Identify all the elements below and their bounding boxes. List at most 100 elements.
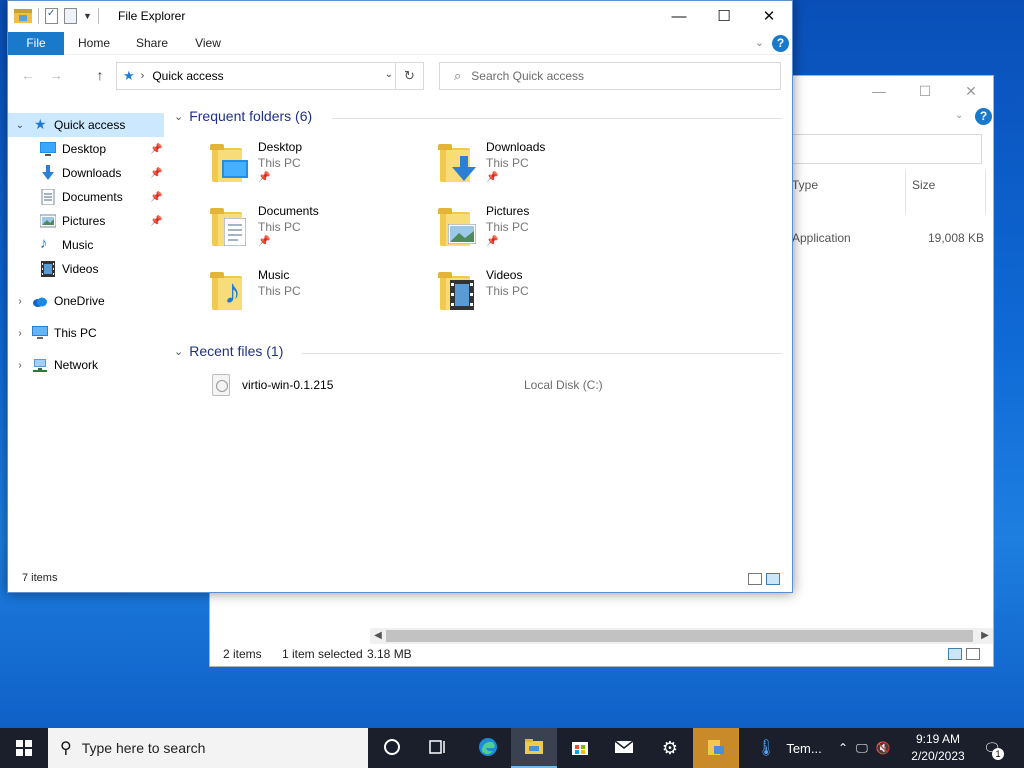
help-icon[interactable]: ? [772,35,789,52]
folder-tile-videos[interactable]: Videos This PC [438,266,658,326]
expand-chevron-icon[interactable]: › [14,296,26,307]
pin-icon[interactable]: 📌 [150,192,162,203]
minimize-button[interactable]: — [656,1,702,32]
sidebar-item-this-pc[interactable]: › This PC [8,321,164,345]
pin-icon[interactable]: 📌 [150,168,162,179]
frequent-folders-title: Frequent folders (6) [189,108,313,124]
quick-access-toolbar: ▼ [14,8,99,24]
network-status-icon[interactable]: 🖵 [856,741,868,756]
task-view-button[interactable] [415,728,461,768]
up-button[interactable]: ↑ [90,67,110,83]
sidebar-item-onedrive[interactable]: › OneDrive [8,289,164,313]
section-collapse-chevron-icon[interactable]: ⌄ [174,345,183,358]
onedrive-cloud-icon [33,297,47,307]
settings-button[interactable]: ⚙ [647,728,693,768]
folder-tile-downloads[interactable]: Downloads This PC 📌 [438,138,658,198]
folder-tile-music[interactable]: ♪ Music This PC [210,266,430,326]
show-hidden-icons-chevron-icon[interactable]: ⌃ [838,741,848,755]
search-icon: ⚲ [60,740,72,757]
background-minimize-button[interactable]: — [856,80,902,102]
pin-icon[interactable]: 📌 [486,172,498,183]
background-search-box[interactable] [770,134,982,164]
tab-home[interactable]: Home [72,32,116,55]
tab-file[interactable]: File [8,32,64,55]
scrollbar-thumb[interactable] [386,630,973,642]
expand-ribbon-chevron-icon[interactable]: ⌄ [755,36,764,49]
action-center-button[interactable]: 🗨 1 [980,736,1004,760]
sidebar-item-quick-access[interactable]: ⌄ ★ Quick access [8,113,164,137]
refresh-button[interactable]: ↻ [395,63,423,89]
pinned-app-button[interactable] [693,728,739,768]
frequent-folders-header[interactable]: ⌄ Frequent folders (6) [174,108,312,124]
maximize-button[interactable]: ☐ [701,1,747,32]
address-bar[interactable]: ★ › Quick access ⌄ ↻ [116,62,424,90]
customize-toolbar-chevron-icon[interactable]: ▼ [83,11,92,21]
weather-widget[interactable]: 🌡 Tem... [756,728,822,768]
tab-view[interactable]: View [188,32,228,55]
windows-logo-icon [16,740,32,756]
sidebar-item-network[interactable]: › Network [8,353,164,377]
background-column-size[interactable]: Size [906,170,986,214]
folder-tile-desktop[interactable]: Desktop This PC 📌 [210,138,430,198]
recent-files-header[interactable]: ⌄ Recent files (1) [174,343,283,359]
folder-tile-pictures[interactable]: Pictures This PC 📌 [438,202,658,262]
background-ribbon-chevron-icon[interactable]: ⌄ [955,110,963,121]
cortana-button[interactable] [369,728,415,768]
recent-file-row[interactable]: virtio-win-0.1.215 Local Disk (C:) [212,374,772,398]
file-explorer-window[interactable]: ▼ File Explorer — ☐ ✕ File Home Share Vi… [7,0,793,593]
search-box[interactable]: ⌕ [439,62,781,90]
sidebar-item-documents[interactable]: Documents 📌 [8,185,164,209]
store-button[interactable] [557,728,603,768]
background-help-icon[interactable]: ? [975,108,992,125]
sidebar-item-pictures[interactable]: Pictures 📌 [8,209,164,233]
details-view-icon[interactable] [748,573,762,585]
breadcrumb-quick-access[interactable]: Quick access [152,69,223,83]
back-button[interactable]: ← [18,67,38,83]
mail-button[interactable] [601,728,647,768]
section-collapse-chevron-icon[interactable]: ⌄ [174,110,183,123]
edge-button[interactable] [465,728,511,768]
forward-button[interactable]: → [46,67,66,83]
close-button[interactable]: ✕ [746,1,792,32]
mail-icon [614,740,634,753]
taskbar-search-box[interactable]: ⚲ Type here to search [48,728,368,768]
background-column-type[interactable]: Type [786,170,906,214]
collapse-chevron-icon[interactable]: ⌄ [14,120,26,131]
breadcrumb-chevron-icon[interactable]: › [141,70,145,82]
address-dropdown-chevron-icon[interactable]: ⌄ [385,69,393,80]
sidebar-item-desktop[interactable]: Desktop 📌 [8,137,164,161]
file-explorer-taskbar-button[interactable] [511,728,557,768]
large-icons-view-icon[interactable] [966,648,980,660]
background-close-button[interactable]: ✕ [948,80,994,102]
pin-icon[interactable]: 📌 [150,144,162,155]
sidebar-item-videos[interactable]: Videos [8,257,164,281]
details-view-icon[interactable] [948,648,962,660]
folder-tile-documents[interactable]: Documents This PC 📌 [210,202,430,262]
weather-text: Tem... [786,740,822,756]
expand-chevron-icon[interactable]: › [14,360,26,371]
titlebar[interactable]: ▼ File Explorer — ☐ ✕ [8,1,792,32]
pin-icon[interactable]: 📌 [150,216,162,227]
folder-location: This PC [486,156,529,170]
sidebar-item-label: This PC [54,326,97,340]
expand-chevron-icon[interactable]: › [14,328,26,339]
pin-icon[interactable]: 📌 [258,236,270,247]
folder-name: Music [258,268,290,282]
properties-icon[interactable] [45,8,58,24]
pin-icon[interactable]: 📌 [486,236,498,247]
tab-share[interactable]: Share [130,32,174,55]
clock[interactable]: 9:19 AM 2/20/2023 [906,731,970,765]
sidebar-item-downloads[interactable]: Downloads 📌 [8,161,164,185]
folder-name: Downloads [486,140,546,154]
disc-image-file-icon [212,374,230,396]
volume-muted-icon[interactable]: 🔇 [876,741,891,755]
folder-name: Desktop [258,140,303,154]
search-input[interactable] [471,69,752,83]
sidebar-item-music[interactable]: ♪ Music [8,233,164,257]
new-folder-icon[interactable] [64,8,77,24]
start-button[interactable] [0,728,48,768]
large-icons-view-icon[interactable] [766,573,780,585]
pin-icon[interactable]: 📌 [258,172,270,183]
documents-folder-icon [210,206,252,248]
background-maximize-button[interactable]: ☐ [902,80,948,102]
